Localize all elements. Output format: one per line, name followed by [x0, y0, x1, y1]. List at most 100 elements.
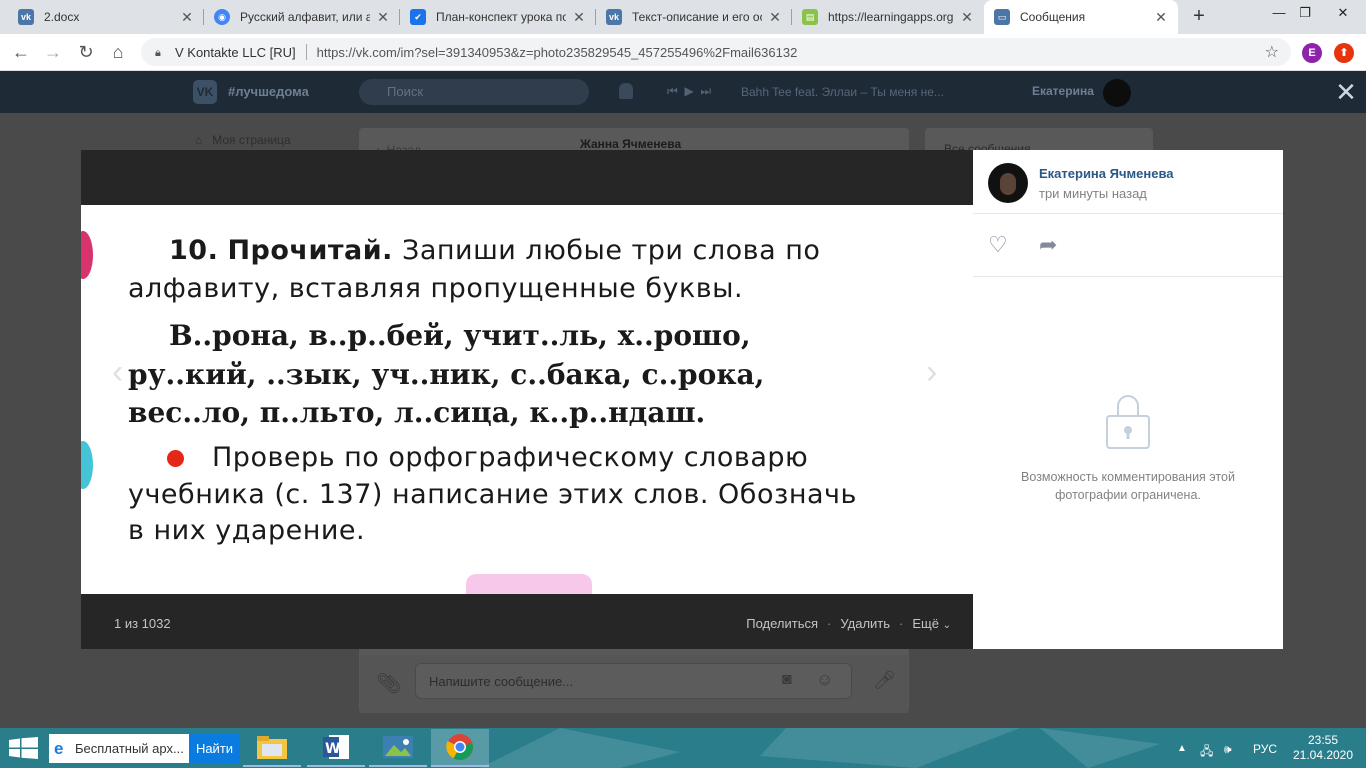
tab-lesson-plan[interactable]: ✔ План-конспект урока по русскому ✕ — [400, 0, 596, 34]
chevron-left-icon[interactable]: ‹ — [112, 355, 123, 389]
exercise-number: 10. — [169, 235, 219, 266]
share-icon[interactable]: ➦ — [1039, 232, 1057, 258]
microphone-icon[interactable]: 🎤︎ — [873, 670, 896, 691]
decorative-circle — [81, 441, 93, 489]
vk-messages-icon: ▭ — [994, 9, 1010, 25]
close-tab-icon[interactable]: ✕ — [572, 9, 586, 26]
header-avatar[interactable] — [1103, 79, 1131, 107]
photo-viewer-app-icon[interactable] — [369, 729, 427, 767]
author-name[interactable]: Екатерина Ячменева — [1039, 166, 1174, 181]
bookmark-star-icon[interactable]: ☆ — [1265, 42, 1279, 62]
bell-icon[interactable] — [619, 83, 633, 99]
file-explorer-icon[interactable] — [243, 729, 301, 767]
vk-slogan: #лучшедома — [228, 84, 309, 99]
decorative-shape — [466, 574, 592, 594]
share-link[interactable]: Поделиться — [746, 616, 818, 631]
header-user-name[interactable]: Екатерина — [1032, 84, 1094, 98]
close-window-icon[interactable]: ✕ — [1320, 0, 1366, 28]
tab-title: Сообщения — [1020, 10, 1086, 24]
left-menu-my-page[interactable]: ⌂ Моя страница — [195, 133, 291, 147]
reload-icon[interactable]: ↻ — [74, 40, 98, 64]
camera-icon[interactable]: ◙ — [782, 671, 792, 689]
taskbar-search-text: Бесплатный арх... — [75, 741, 184, 756]
network-icon[interactable]: 🖧︎ — [1200, 742, 1213, 763]
player-controls[interactable]: ⏮ ▶ ⏭ — [667, 84, 711, 99]
tab-learningapps[interactable]: ▤ https://learningapps.org ✕ — [792, 0, 984, 34]
tab-2-docx[interactable]: vk 2.docx ✕ — [8, 0, 204, 34]
home-icon[interactable]: ⌂ — [106, 40, 130, 64]
word-line-3: вес..ло, п..льто, л..сица, к..р..ндаш. — [128, 396, 706, 429]
left-menu-label: Моя страница — [212, 133, 291, 147]
language-indicator[interactable]: РУС — [1253, 742, 1277, 756]
address-bar[interactable]: 🔒︎ V Kontakte LLC [RU] https://vk.com/im… — [141, 38, 1291, 66]
vk-header: VK #лучшедома Поиск ⏮ ▶ ⏭ Bahh Tee feat.… — [0, 71, 1366, 113]
close-viewer-icon[interactable]: ✕ — [1334, 78, 1358, 106]
restore-icon[interactable]: ❐ — [1290, 0, 1320, 28]
attach-icon[interactable]: 📎︎ — [376, 671, 401, 696]
exercise-line-1: 10. Прочитай. Запиши любые три слова по — [169, 235, 820, 266]
taskbar-clock[interactable]: 23:55 21.04.2020 — [1292, 733, 1354, 763]
taskbar-find-button[interactable]: Найти — [189, 734, 240, 763]
task-line-3: в них ударение. — [128, 515, 366, 546]
heart-icon[interactable]: ♡ — [988, 232, 1008, 258]
tab-text-description[interactable]: vk Текст-описание и его особенности ✕ — [596, 0, 792, 34]
chrome-icon[interactable] — [431, 729, 489, 767]
divider — [973, 213, 1283, 214]
divider — [973, 276, 1283, 277]
close-tab-icon[interactable]: ✕ — [1154, 9, 1168, 26]
chevron-right-icon[interactable]: › — [926, 355, 937, 389]
vk-icon: vk — [18, 9, 34, 25]
chevron-down-icon: ⌄ — [942, 620, 951, 631]
close-tab-icon[interactable]: ✕ — [376, 9, 390, 26]
tab-messages[interactable]: ▭ Сообщения ✕ — [984, 0, 1178, 34]
windows-start-icon[interactable] — [9, 737, 38, 759]
dot-separator: · — [827, 616, 832, 631]
learningapps-icon: ▤ — [802, 9, 818, 25]
volume-icon[interactable]: 🕪︎ — [1224, 742, 1232, 757]
divider — [305, 44, 307, 60]
lock-icon[interactable]: 🔒︎ — [155, 47, 165, 59]
forward-icon[interactable]: → — [41, 40, 65, 64]
vk-icon: vk — [606, 9, 622, 25]
tray-chevron-up-icon[interactable]: ▲ — [1177, 743, 1187, 754]
word-line-1: В..рона, в..р..бей, учит..ль, х..рошо, — [169, 319, 751, 352]
close-tab-icon[interactable]: ✕ — [768, 9, 782, 26]
tab-title: Русский алфавит, или алфавит — [240, 10, 370, 24]
lock-icon — [1106, 395, 1150, 449]
photo-counter: 1 из 1032 — [114, 616, 171, 631]
tab-russian-alphabet[interactable]: ◉ Русский алфавит, или алфавит ✕ — [204, 0, 400, 34]
browser-toolbar: ← → ↻ ⌂ 🔒︎ V Kontakte LLC [RU] https://v… — [0, 34, 1366, 71]
extension-icon[interactable]: ⬆ — [1334, 43, 1354, 63]
tab-title: https://learningapps.org — [828, 10, 954, 24]
exercise-text: Запиши любые три слова по — [402, 235, 821, 266]
post-time[interactable]: три минуты назад — [1039, 186, 1147, 201]
vk-search-input[interactable]: Поиск — [359, 79, 589, 105]
now-playing-track[interactable]: Bahh Tee feat. Эллаи – Ты меня не... — [741, 85, 944, 99]
more-menu[interactable]: Ещё ⌄ — [912, 616, 951, 631]
clock-date: 21.04.2020 — [1292, 748, 1354, 762]
google-assistant-icon: ◉ — [214, 9, 230, 25]
emoji-icon[interactable]: ☺ — [816, 670, 833, 690]
close-tab-icon[interactable]: ✕ — [180, 9, 194, 26]
clock-time: 23:55 — [1307, 733, 1339, 747]
word-icon[interactable]: W — [307, 729, 365, 767]
search-placeholder: Поиск — [387, 84, 424, 99]
certificate-label[interactable]: V Kontakte LLC [RU] — [175, 45, 296, 60]
new-tab-button[interactable]: + — [1188, 5, 1210, 27]
vk-logo[interactable]: VK — [193, 80, 217, 104]
decorative-circle — [81, 231, 93, 279]
comments-restricted-text: Возможность комментирования этой фотогра… — [1021, 470, 1235, 502]
browser-tab-strip: vk 2.docx ✕ ◉ Русский алфавит, или алфав… — [0, 0, 1366, 34]
photo-image[interactable]: 10. Прочитай. Запиши любые три слова по … — [81, 205, 973, 594]
back-icon[interactable]: ← — [9, 40, 33, 64]
close-tab-icon[interactable]: ✕ — [960, 9, 974, 26]
red-bullet-icon — [167, 450, 184, 467]
url-text[interactable]: https://vk.com/im?sel=391340953&z=photo2… — [317, 45, 798, 60]
chat-partner-name[interactable]: Жанна Ячменева — [580, 137, 681, 151]
delete-link[interactable]: Удалить — [840, 616, 890, 631]
taskbar-search-input[interactable]: e Бесплатный арх... — [49, 734, 189, 763]
author-avatar[interactable] — [988, 163, 1028, 203]
profile-avatar[interactable]: E — [1302, 43, 1322, 63]
windows-taskbar: e Бесплатный арх... Найти W ▲ 🖧︎ 🕪︎ РУС … — [0, 728, 1366, 768]
task-line-2: учебника (с. 137) написание этих слов. О… — [128, 479, 857, 510]
